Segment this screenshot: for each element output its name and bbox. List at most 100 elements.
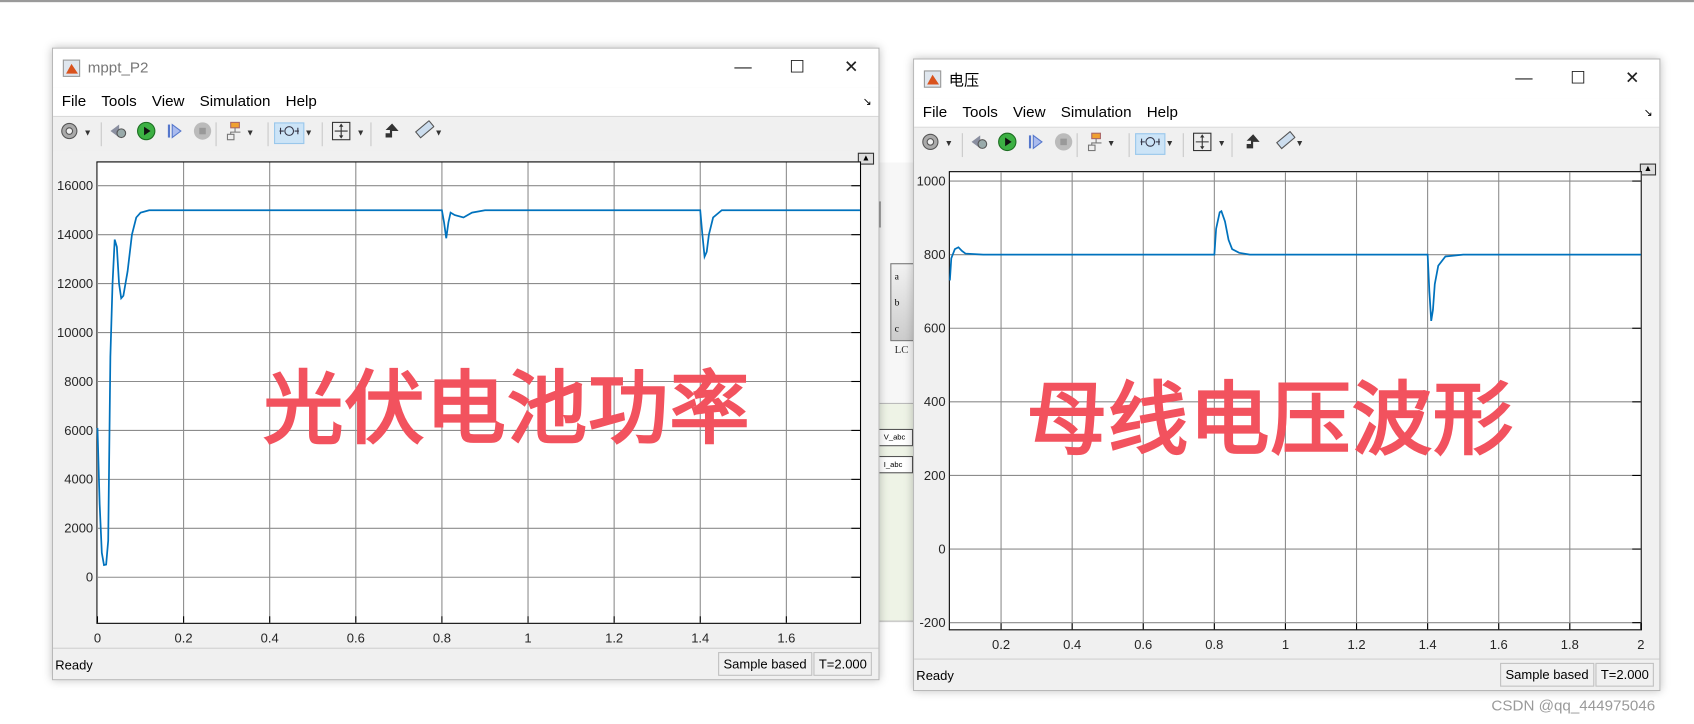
y-tick-label: 8000: [64, 374, 93, 389]
window-title: 电压: [948, 71, 980, 89]
signal-routing-icon: [1086, 132, 1105, 157]
y-tick-label: 4000: [64, 472, 93, 487]
sim-time: T=2.000: [813, 652, 873, 676]
ruler-button[interactable]: [413, 119, 435, 147]
dropdown-arrow-icon[interactable]: ▼: [356, 128, 365, 138]
autoscale-button[interactable]: [330, 121, 352, 144]
toolbar-separator: [1182, 133, 1184, 158]
maximize-button[interactable]: ☐: [772, 53, 822, 83]
menu-help[interactable]: Help: [277, 88, 323, 109]
dropdown-arrow-icon[interactable]: ▼: [1107, 139, 1116, 149]
status-text: Ready: [55, 657, 93, 673]
ruler-icon: [413, 119, 435, 147]
matlab-logo-icon: [62, 59, 81, 77]
y-tick-label: 400: [924, 394, 946, 409]
x-tick-label: 0.8: [1205, 637, 1223, 652]
step-forward-icon: [165, 121, 184, 146]
step-forward-button[interactable]: [1025, 133, 1047, 155]
camera-step-back-button[interactable]: [107, 122, 129, 144]
status-bar: Ready Sample based T=2.000: [53, 647, 879, 680]
close-button[interactable]: ✕: [826, 53, 876, 83]
camera-step-back-icon: [969, 132, 988, 157]
x-tick-label: 1.4: [691, 630, 709, 645]
x-tick-label: 2: [1637, 637, 1644, 652]
menu-file[interactable]: File: [53, 88, 93, 109]
expand-axes-button[interactable]: ▲: [1639, 163, 1657, 176]
gear-button[interactable]: [58, 122, 80, 144]
menu-simulation[interactable]: Simulation: [1052, 99, 1138, 120]
y-tick-label: 1000: [917, 173, 946, 188]
menu-help[interactable]: Help: [1138, 99, 1184, 120]
goto-tag-v-abc[interactable]: V_abc: [876, 428, 914, 447]
highlight-block-button[interactable]: [1242, 133, 1264, 155]
toolbar-separator: [267, 122, 269, 147]
signal-routing-button[interactable]: [1085, 132, 1107, 157]
x-tick-label: 1.6: [1490, 637, 1508, 652]
dropdown-arrow-icon[interactable]: ▼: [1217, 139, 1226, 149]
dropdown-arrow-icon[interactable]: ▼: [1165, 139, 1174, 149]
status-text: Ready: [916, 668, 954, 684]
menu-tools[interactable]: Tools: [954, 99, 1005, 120]
step-forward-button[interactable]: [164, 122, 186, 144]
y-tick-label: 16000: [57, 178, 93, 193]
menu-simulation[interactable]: Simulation: [191, 88, 277, 109]
run-button[interactable]: [135, 121, 157, 144]
y-tick-label: 0: [86, 570, 93, 585]
menu-view[interactable]: View: [143, 88, 191, 109]
undock-arrow-icon[interactable]: ↘: [1644, 107, 1653, 119]
dropdown-arrow-icon[interactable]: ▼: [246, 128, 255, 138]
step-forward-icon: [1026, 132, 1045, 157]
x-tick-label: 1.2: [605, 630, 623, 645]
minimize-button[interactable]: —: [718, 53, 768, 83]
stop-button[interactable]: [1053, 132, 1075, 157]
run-button[interactable]: [996, 132, 1018, 157]
y-tick-label: -200: [920, 615, 946, 630]
ruler-button[interactable]: [1274, 130, 1296, 158]
port-label: b: [894, 296, 900, 308]
toolbar-separator: [1231, 133, 1233, 158]
autoscale-button[interactable]: [1191, 132, 1213, 155]
x-tick-label: 0.6: [1134, 637, 1152, 652]
dropdown-arrow-icon[interactable]: ▼: [304, 128, 313, 138]
minimize-button[interactable]: —: [1499, 64, 1549, 94]
gear-button[interactable]: [920, 133, 942, 155]
stop-button[interactable]: [192, 121, 214, 144]
ruler-icon: [1274, 130, 1296, 158]
zoom-mode-button[interactable]: [1135, 133, 1166, 155]
dropdown-arrow-icon[interactable]: ▼: [83, 128, 92, 138]
highlight-block-button[interactable]: [381, 122, 403, 144]
run-icon: [998, 132, 1017, 157]
y-tick-label: 2000: [64, 521, 93, 536]
title-bar[interactable]: mppt_P2 — ☐ ✕: [53, 48, 879, 88]
x-tick-label: 0.4: [1063, 637, 1081, 652]
dropdown-arrow-icon[interactable]: ▼: [1295, 139, 1304, 149]
menu-view[interactable]: View: [1004, 99, 1052, 120]
title-bar[interactable]: 电压 — ☐ ✕: [914, 59, 1660, 99]
x-tick-label: 1.8: [1561, 637, 1579, 652]
port-label: c: [894, 322, 899, 334]
close-button[interactable]: ✕: [1607, 64, 1657, 94]
menu-tools[interactable]: Tools: [93, 88, 144, 109]
goto-tag-i-abc[interactable]: I_abc: [876, 455, 914, 474]
status-bar: Ready Sample based T=2.000: [914, 658, 1660, 690]
stop-icon: [1054, 132, 1073, 157]
camera-step-back-button[interactable]: [968, 133, 990, 155]
zoom-mode-icon: [278, 123, 300, 144]
gear-icon: [921, 132, 940, 157]
signal-routing-button[interactable]: [224, 121, 246, 146]
toolbar-separator: [321, 122, 323, 147]
y-tick-label: 0: [938, 541, 945, 556]
zoom-mode-button[interactable]: [274, 122, 305, 145]
dropdown-arrow-icon[interactable]: ▼: [434, 128, 443, 138]
x-tick-label: 1.4: [1419, 637, 1437, 652]
signal-routing-icon: [225, 121, 244, 146]
toolbar-separator: [215, 122, 217, 147]
dropdown-arrow-icon[interactable]: ▼: [944, 139, 953, 149]
menu-file[interactable]: File: [914, 99, 954, 120]
x-tick-label: 0.4: [261, 630, 279, 645]
undock-arrow-icon[interactable]: ↘: [863, 96, 872, 108]
x-tick-label: 1.2: [1347, 637, 1365, 652]
maximize-button[interactable]: ☐: [1553, 64, 1603, 94]
highlight-block-icon: [1243, 132, 1262, 157]
toolbar-separator: [1128, 133, 1130, 158]
